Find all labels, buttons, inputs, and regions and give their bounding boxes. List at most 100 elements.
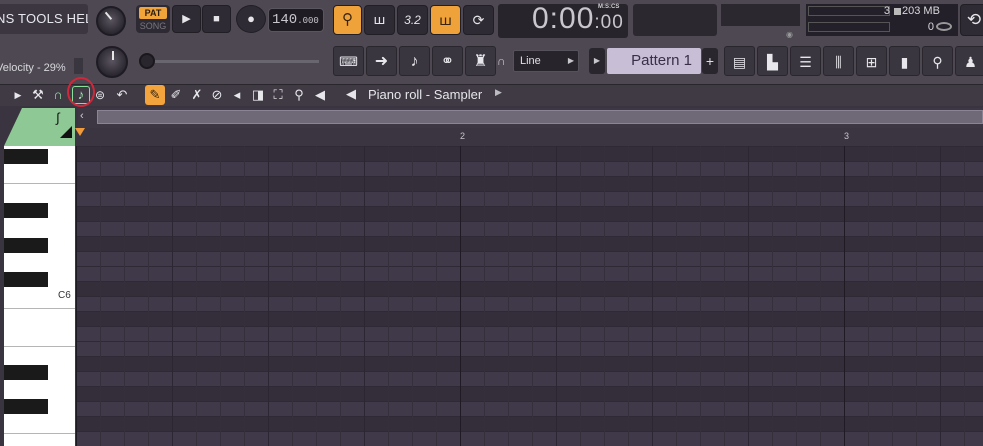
grid-column-line — [556, 146, 557, 446]
grid-column-line — [364, 146, 365, 446]
black-key[interactable] — [4, 399, 48, 414]
grid-row-line — [76, 416, 983, 417]
grid-row-line — [76, 311, 983, 312]
playback-tool-icon[interactable]: ◀ — [312, 86, 328, 104]
pattern-selector[interactable]: Pattern 1 — [607, 48, 701, 74]
step-edit-icon[interactable]: ➜ — [366, 46, 397, 76]
piano-roll-title[interactable]: Piano roll - Sampler — [368, 86, 482, 104]
pat-mode[interactable]: PAT — [139, 7, 167, 19]
stamp-icon[interactable]: ♜ — [465, 46, 496, 76]
pattern-prev-button[interactable]: ▶ — [589, 48, 605, 74]
countdown-icon[interactable]: 3.2 — [397, 5, 428, 35]
grid-row-line — [76, 221, 983, 222]
white-key-divider — [4, 183, 75, 184]
grid-column-line — [268, 146, 269, 446]
brush-icon[interactable]: ✐ — [168, 86, 184, 104]
output-monitor — [721, 4, 800, 26]
grid-row — [76, 311, 983, 326]
slide-icon[interactable]: ♪ — [399, 46, 430, 76]
delete-tool-icon[interactable]: ✗ — [189, 86, 205, 104]
select-tool-icon[interactable]: ⛶ — [270, 86, 286, 104]
black-key[interactable] — [4, 365, 48, 380]
playlist-icon[interactable]: ▤ — [724, 46, 755, 76]
song-mode[interactable]: SONG — [139, 20, 167, 32]
browser-icon[interactable]: ⊞ — [856, 46, 887, 76]
grid-row-line — [76, 296, 983, 297]
zoom-tool-icon[interactable]: ⚲ — [291, 86, 307, 104]
mixer-icon[interactable]: ⫼ — [823, 46, 854, 76]
grid-row-line — [76, 146, 983, 147]
project-icon[interactable]: ▮ — [889, 46, 920, 76]
grid-column-line — [412, 146, 413, 446]
wrench-icon[interactable]: ⚒ — [30, 86, 46, 104]
grid-column-line — [316, 146, 317, 446]
grid-row — [76, 206, 983, 221]
bar-number: 2 — [460, 131, 466, 141]
scroll-left-icon[interactable]: ‹ — [80, 110, 84, 122]
tempo-display[interactable]: 140.000 — [268, 8, 324, 32]
grid-row — [76, 401, 983, 416]
grid-row — [76, 296, 983, 311]
metronome-icon[interactable]: ⚲ — [333, 5, 362, 35]
grid-column-line — [292, 146, 293, 446]
black-key[interactable] — [4, 149, 48, 164]
snap-select[interactable]: Line ▶ — [513, 50, 579, 72]
main-pitch-knob[interactable] — [96, 46, 128, 78]
grid-column-line — [532, 146, 533, 446]
grid-column-line — [100, 146, 101, 446]
grid-row-line — [76, 431, 983, 432]
grid-column-line — [148, 146, 149, 446]
grid-row-line — [76, 191, 983, 192]
grid-column-line — [580, 146, 581, 446]
grid-row-line — [76, 356, 983, 357]
monitor-icon: ◉ — [786, 30, 793, 39]
loop-record-icon[interactable]: ⟳ — [463, 5, 494, 35]
note-grid[interactable] — [76, 146, 983, 446]
add-pattern-button[interactable]: + — [702, 48, 718, 74]
highlight-circle — [67, 77, 95, 107]
play-button[interactable]: ▶ — [172, 5, 201, 33]
grid-row — [76, 341, 983, 356]
slip-tool-icon[interactable]: ◨ — [250, 86, 266, 104]
grid-column-line — [724, 146, 725, 446]
black-key[interactable] — [4, 203, 48, 218]
grid-row — [76, 416, 983, 431]
grid-column-line — [172, 146, 173, 446]
grid-row — [76, 236, 983, 251]
piano-keyboard[interactable]: C6 — [4, 146, 75, 446]
slider-handle[interactable] — [139, 53, 155, 69]
stop-button[interactable]: ■ — [202, 5, 231, 33]
memory-value: 203 MB — [902, 5, 940, 17]
magnet-snap-icon[interactable]: ∩ — [50, 86, 66, 104]
grid-column-line — [436, 146, 437, 446]
typing-keyboard-icon[interactable]: ⌨ — [333, 46, 364, 76]
channel-rack-icon[interactable]: ☰ — [790, 46, 821, 76]
undo-history-icon[interactable]: ⟲ — [960, 4, 983, 36]
slice-tool-icon[interactable]: ◂ — [229, 86, 245, 104]
master-volume-knob[interactable] — [96, 6, 126, 36]
grid-row — [76, 326, 983, 341]
link-icon[interactable]: ⚭ — [432, 46, 463, 76]
piano-roll-icon[interactable]: ▙ — [757, 46, 788, 76]
grid-column-line — [220, 146, 221, 446]
timeline-ruler[interactable]: 2 3 — [76, 128, 983, 147]
grid-row — [76, 161, 983, 176]
performance-icon[interactable]: ♟ — [955, 46, 983, 76]
main-menu[interactable]: NS TOOLS HELP — [0, 4, 88, 34]
plugin-icon[interactable]: ⚲ — [922, 46, 953, 76]
black-key[interactable] — [4, 272, 48, 287]
velocity-label: Velocity - 29% — [0, 62, 66, 74]
grid-row — [76, 251, 983, 266]
wait-for-input-icon[interactable]: ꟺ — [364, 5, 395, 35]
horizontal-scrollbar[interactable] — [97, 110, 983, 124]
mute-tool-icon[interactable]: ⊘ — [209, 86, 225, 104]
master-pitch-slider[interactable] — [144, 60, 319, 63]
strum-icon[interactable]: ⊜ — [92, 86, 108, 104]
undo-icon[interactable]: ↶ — [114, 86, 130, 104]
options-arrow-icon[interactable]: ▶ — [10, 86, 26, 104]
playhead-marker[interactable] — [75, 128, 85, 136]
record-button[interactable]: ● — [236, 5, 266, 33]
black-key[interactable] — [4, 238, 48, 253]
blend-recording-icon[interactable]: ꟺ — [430, 5, 461, 35]
white-key-divider — [4, 308, 75, 309]
